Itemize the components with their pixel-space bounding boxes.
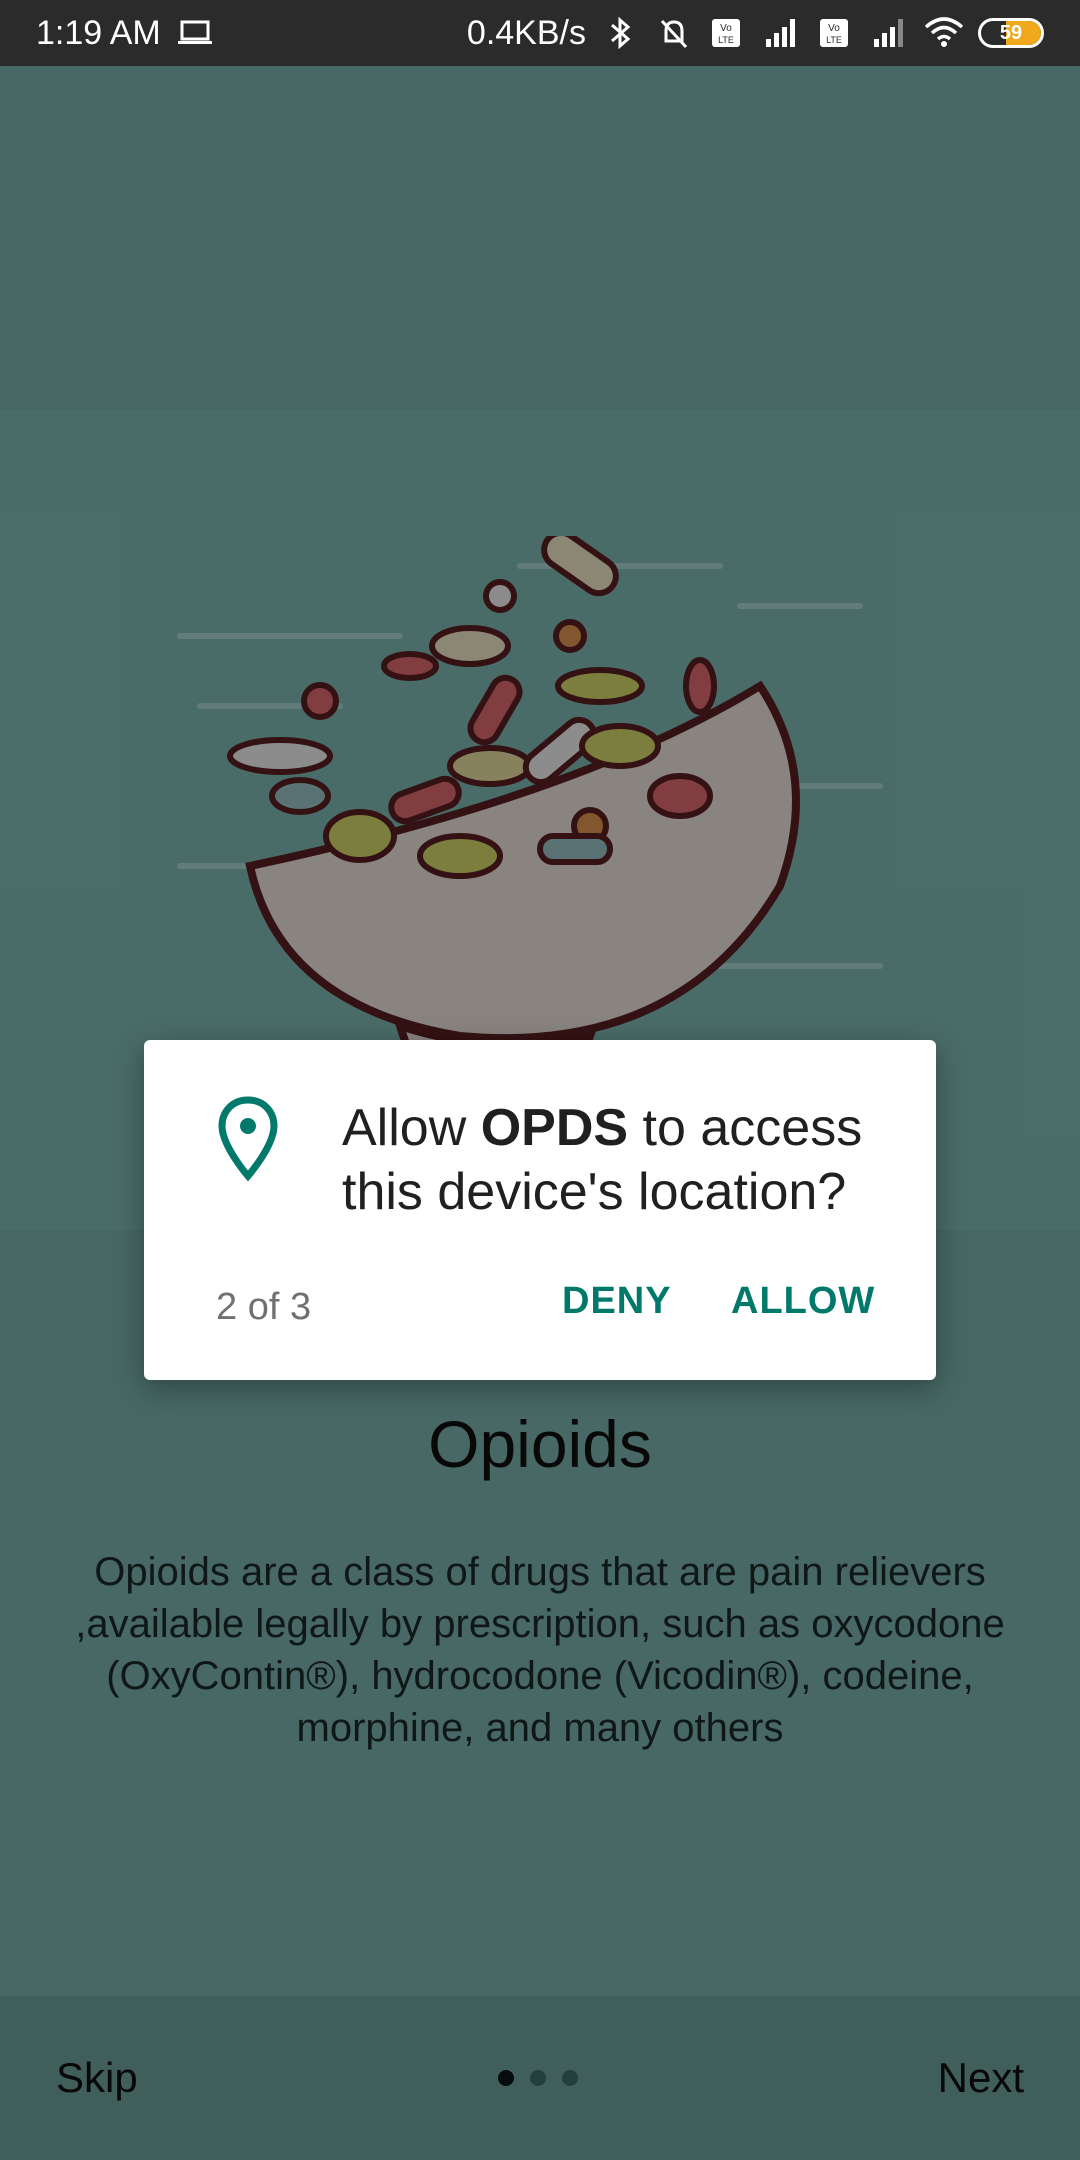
bluetooth-icon [611, 16, 631, 50]
volte-icon: Vo LTE [820, 19, 848, 47]
message-prefix: Allow [342, 1099, 481, 1157]
battery-level: 59 [999, 22, 1023, 44]
permission-message: Allow OPDS to access this device's locat… [342, 1096, 902, 1224]
clock: 1:19 AM [36, 13, 161, 52]
signal-icon [766, 19, 795, 47]
status-bar-left: 1:19 AM [36, 13, 215, 53]
mute-icon [660, 19, 688, 49]
laptop-icon [177, 20, 212, 44]
app-name: OPDS [480, 1099, 629, 1157]
status-bar-right: 0.4KB/s Vo LTE Vo LTE 59 [467, 13, 1044, 53]
volte-icon: Vo LTE [712, 19, 740, 47]
permission-dialog: Allow OPDS to access this device's locat… [144, 1040, 936, 1380]
location-pin-icon [218, 1096, 278, 1182]
battery-icon: 59 [978, 18, 1044, 48]
wifi-icon [924, 17, 964, 47]
svg-text:Vo: Vo [828, 23, 840, 34]
svg-text:Vo: Vo [720, 23, 732, 34]
svg-text:LTE: LTE [826, 35, 842, 45]
network-speed: 0.4KB/s [466, 13, 586, 52]
allow-button[interactable]: ALLOW [731, 1280, 875, 1323]
svg-text:LTE: LTE [718, 35, 734, 45]
signal-icon [874, 19, 903, 47]
permission-counter: 2 of 3 [216, 1286, 312, 1328]
deny-button[interactable]: DENY [562, 1280, 672, 1323]
status-bar: 1:19 AM 0.4KB/s Vo LTE Vo LTE 59 [0, 0, 1080, 66]
